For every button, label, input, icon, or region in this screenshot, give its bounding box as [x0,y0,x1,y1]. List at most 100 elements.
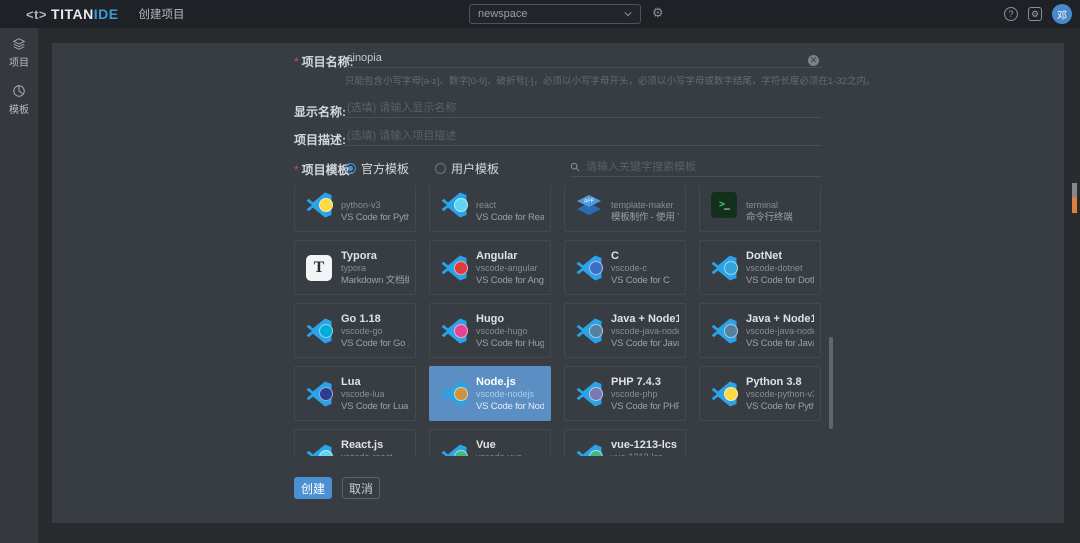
template-card[interactable]: Go 1.18vscode-goVS Code for Go 1.18 [294,303,416,358]
template-card[interactable]: >_terminal命令行终端 [699,186,821,232]
app-logo[interactable]: <t> TITANIDE [26,6,119,22]
language-badge-icon [454,261,468,275]
template-description: Markdown 文档编写... [341,274,409,287]
user-avatar[interactable]: 邓 [1052,4,1072,24]
display-name-input[interactable] [345,101,822,118]
template-card[interactable]: DotNetvscode-dotnetVS Code for DotNet [699,240,821,295]
template-title: Python 3.8 [746,375,814,389]
template-card-text: vue-1213-lcsvue-1213-lcs [611,438,679,457]
template-description: VS Code for React.js [476,211,544,224]
project-description-label: 项目描述: [294,131,346,148]
template-card-text: Vuevscode-vue [476,438,544,457]
template-card-text: TyporatyporaMarkdown 文档编写... [341,249,409,287]
template-name: vue-1213-lcs [611,452,679,457]
template-card[interactable]: python-v3VS Code for Python [294,186,416,232]
template-grid-viewport: python-v3VS Code for PythonreactVS Code … [294,186,826,456]
projects-layers-icon [12,37,26,51]
template-name: vscode-java-node16 [746,326,814,337]
template-description: VS Code for Node.js [476,400,544,413]
template-name: vscode-react [341,452,409,457]
logo-bracket-icon: <t> [26,7,47,22]
template-name: vscode-nodejs [476,389,544,400]
language-badge-icon [454,387,468,401]
template-search-input[interactable] [586,161,822,173]
template-title: React.js [341,438,409,452]
project-name-input[interactable] [345,51,822,68]
template-card-text: Go 1.18vscode-goVS Code for Go 1.18 [341,312,409,350]
template-name: vscode-php [611,389,679,400]
radio-official-templates[interactable]: 官方模板 [345,160,409,177]
template-card[interactable]: vue-1213-lcsvue-1213-lcs [564,429,686,456]
template-title: Angular [476,249,544,263]
template-name: vscode-java-node10 [611,326,679,337]
template-card-text: Python 3.8vscode-python-v3VS Code for Py… [746,375,814,413]
template-title [746,186,814,200]
sidebar-item-projects[interactable]: 项目 [0,28,38,75]
language-badge-icon [454,324,468,338]
template-card[interactable]: Angularvscode-angularVS Code for Angular [429,240,551,295]
template-card-text: Hugovscode-hugoVS Code for Hugo [476,312,544,350]
template-card[interactable]: Vuevscode-vue [429,429,551,456]
help-icon[interactable]: ? [1004,7,1018,21]
template-card-text: Java + Node10vscode-java-node10VS Code f… [611,312,679,350]
radio-user-templates[interactable]: 用户模板 [435,160,499,177]
template-card[interactable]: Java + Node16vscode-java-node16VS Code f… [699,303,821,358]
template-card-text: PHP 7.4.3vscode-phpVS Code for PHP [611,375,679,413]
template-card-text: python-v3VS Code for Python [341,186,409,224]
template-description: VS Code for DotNet [746,274,814,287]
template-card[interactable]: Python 3.8vscode-python-v3VS Code for Py… [699,366,821,421]
template-name: react [476,200,544,211]
template-card-text: Java + Node16vscode-java-node16VS Code f… [746,312,814,350]
template-description: VS Code for Angular [476,274,544,287]
language-badge-icon [724,324,738,338]
svg-text:APP: APP [584,198,595,204]
language-badge-icon [589,261,603,275]
workspace-settings-gear-icon[interactable]: ⚙ [652,6,664,19]
template-card[interactable]: PHP 7.4.3vscode-phpVS Code for PHP [564,366,686,421]
template-card[interactable]: T TyporatyporaMarkdown 文档编写... [294,240,416,295]
template-card[interactable]: reactVS Code for React.js [429,186,551,232]
template-description: VS Code for Lua [341,400,409,413]
template-name: vscode-lua [341,389,409,400]
create-button[interactable]: 创建 [294,477,332,499]
vscode-template-icon [440,380,468,408]
template-card[interactable]: Hugovscode-hugoVS Code for Hugo [429,303,551,358]
template-description: 命令行终端 [746,211,814,224]
template-search [570,157,822,177]
template-card[interactable]: APP template-maker模板制作 - 使用 Tem... [564,186,686,232]
language-badge-icon [724,261,738,275]
language-badge-icon [319,324,333,338]
console-settings-icon[interactable]: ⚙ [1028,7,1042,21]
sidebar-item-label: 模板 [9,101,29,116]
template-card[interactable]: React.jsvscode-react [294,429,416,456]
template-description: 模板制作 - 使用 Tem... [611,211,679,224]
template-description: VS Code for Hugo [476,337,544,350]
template-name: terminal [746,200,814,211]
vscode-template-icon [575,254,603,282]
template-description: VS Code for Java + ... [611,337,679,350]
project-description-input[interactable] [345,129,822,146]
radio-label: 官方模板 [361,160,409,177]
sidebar-item-templates[interactable]: 模板 [0,75,38,122]
template-title: Typora [341,249,409,263]
template-card-text: Luavscode-luaVS Code for Lua [341,375,409,413]
template-card[interactable]: Java + Node10vscode-java-node10VS Code f… [564,303,686,358]
page-scrollbar[interactable] [1072,183,1077,213]
clear-input-icon[interactable]: ✕ [808,55,819,66]
template-grid-row: Go 1.18vscode-goVS Code for Go 1.18 Hugov… [294,303,826,358]
template-card[interactable]: Node.jsvscode-nodejsVS Code for Node.js [429,366,551,421]
language-badge-icon [724,387,738,401]
topbar: <t> TITANIDE 创建项目 newspace ⚙ ? ⚙ 邓 [0,0,1080,28]
vscode-template-icon [305,191,333,219]
workspace-select[interactable]: newspace [469,4,641,24]
vscode-template-icon [305,443,333,457]
template-name: template-maker [611,200,679,211]
template-card[interactable]: Luavscode-luaVS Code for Lua [294,366,416,421]
cancel-button[interactable]: 取消 [342,477,380,499]
template-name: vscode-hugo [476,326,544,337]
template-card-text: reactVS Code for React.js [476,186,544,224]
template-title: DotNet [746,249,814,263]
template-grid-scrollbar[interactable] [829,337,833,429]
typora-icon: T [305,254,333,282]
template-card[interactable]: Cvscode-cVS Code for C [564,240,686,295]
